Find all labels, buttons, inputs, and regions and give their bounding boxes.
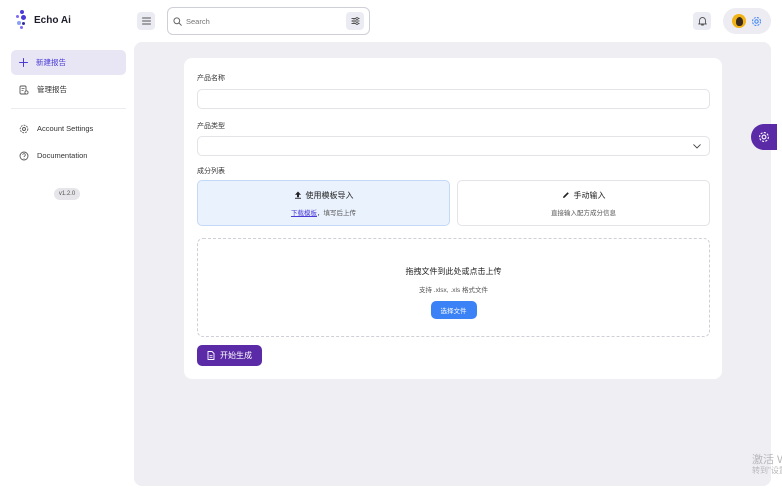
version-badge: v1.2.0 [54, 188, 80, 200]
choose-file-button[interactable]: 选择文件 [430, 301, 477, 319]
app-window: Echo Ai 新建报告 管理报告 Account Settings Docum… [0, 0, 782, 497]
plus-icon [19, 58, 28, 67]
gear-icon [759, 132, 769, 142]
sidebar-item-label: 管理报告 [37, 85, 67, 94]
sidebar-item-label: 新建报告 [36, 58, 66, 67]
template-import-hint: ，填写后上传 [317, 209, 356, 217]
template-import-option[interactable]: 使用模板导入 下载模板，填写后上传 [197, 180, 450, 226]
manual-input-title: 手动输入 [573, 190, 606, 200]
sidebar-item-documentation[interactable]: Documentation [11, 143, 126, 168]
file-dropzone[interactable]: 拖拽文件到此处或点击上传 支持 .xlsx, .xls 格式文件 选择文件 [197, 238, 710, 337]
template-import-title: 使用模板导入 [305, 190, 354, 200]
gear-icon [19, 124, 29, 133]
search-icon [173, 16, 182, 26]
sidebar-item-label: Documentation [37, 151, 88, 160]
dropzone-title: 拖拽文件到此处或点击上传 [405, 267, 502, 276]
ingredients-label: 成分列表 [197, 168, 225, 175]
sidebar-item-account-settings[interactable]: Account Settings [11, 116, 126, 141]
chevron-down-icon [693, 143, 701, 149]
product-name-label: 产品名称 [197, 75, 225, 82]
document-icon [207, 351, 215, 360]
avatar[interactable] [732, 14, 746, 28]
floating-settings-button[interactable] [751, 124, 777, 150]
start-generate-button[interactable]: 开始生成 [197, 345, 262, 366]
sidebar-item-manage-reports[interactable]: 管理报告 [11, 77, 126, 102]
user-menu[interactable] [723, 8, 771, 34]
product-name-input[interactable] [197, 89, 710, 109]
manual-input-subtitle: 直接输入配方成分信息 [551, 209, 616, 217]
product-type-select[interactable] [197, 136, 710, 156]
download-template-link[interactable]: 下载模板 [291, 210, 317, 217]
sidebar-item-new-report[interactable]: 新建报告 [11, 50, 126, 75]
sidebar-divider [11, 108, 126, 109]
activation-watermark-line2: 转到"设置 [752, 466, 782, 475]
start-generate-label: 开始生成 [220, 351, 252, 360]
sidebar-item-label: Account Settings [37, 124, 94, 133]
brand-logo[interactable]: Echo Ai [14, 10, 71, 30]
product-type-label: 产品类型 [197, 123, 225, 130]
dropzone-subtitle: 支持 .xlsx, .xls 格式文件 [419, 287, 488, 294]
filter-button[interactable] [346, 12, 364, 30]
pencil-icon [562, 192, 569, 198]
search-input[interactable] [186, 16, 346, 26]
report-manage-icon [19, 85, 29, 95]
manual-input-option[interactable]: 手动输入 直接输入配方成分信息 [457, 180, 710, 226]
gear-icon[interactable] [751, 16, 762, 27]
sliders-icon [351, 17, 359, 25]
menu-toggle-button[interactable] [137, 12, 155, 30]
logo-icon [14, 10, 30, 30]
upload-icon [294, 191, 301, 199]
bell-icon [697, 17, 707, 26]
hamburger-icon [141, 17, 151, 25]
search-bar [167, 7, 370, 35]
help-circle-icon [19, 151, 29, 160]
brand-name: Echo Ai [34, 14, 71, 26]
notifications-button[interactable] [693, 12, 711, 30]
